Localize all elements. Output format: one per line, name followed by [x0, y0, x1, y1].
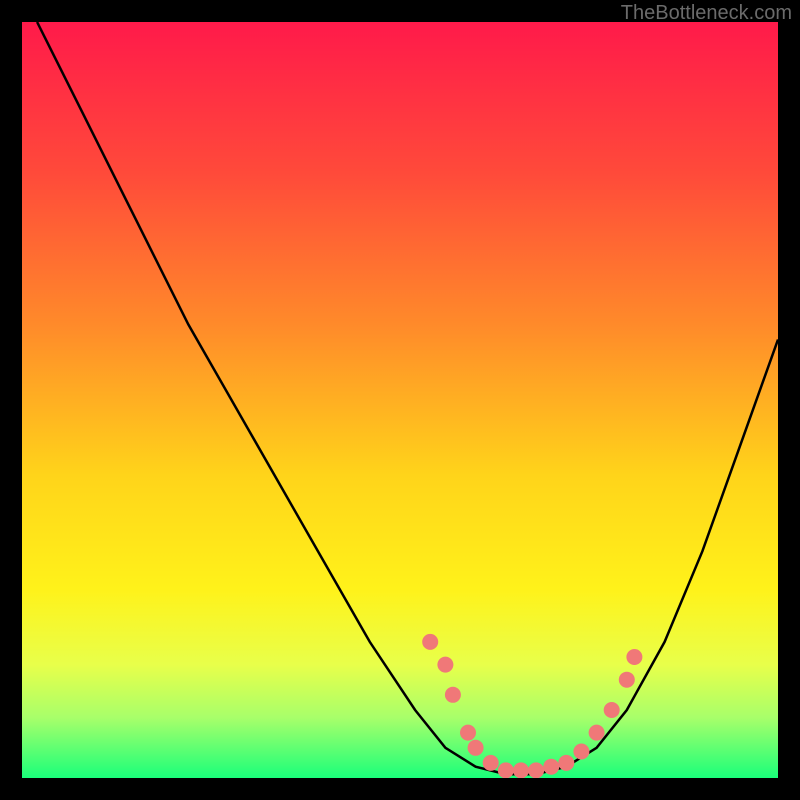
chart-area: [22, 22, 778, 778]
chart-background: [22, 22, 778, 778]
data-marker: [528, 762, 544, 778]
data-marker: [558, 755, 574, 771]
data-marker: [573, 744, 589, 760]
data-marker: [437, 657, 453, 673]
data-marker: [589, 725, 605, 741]
data-marker: [543, 759, 559, 775]
data-marker: [513, 762, 529, 778]
data-marker: [460, 725, 476, 741]
data-marker: [619, 672, 635, 688]
data-marker: [604, 702, 620, 718]
bottleneck-curve-chart: [22, 22, 778, 778]
data-marker: [483, 755, 499, 771]
data-marker: [626, 649, 642, 665]
data-marker: [422, 634, 438, 650]
data-marker: [468, 740, 484, 756]
watermark-text: TheBottleneck.com: [621, 2, 792, 25]
data-marker: [498, 762, 514, 778]
data-marker: [445, 687, 461, 703]
